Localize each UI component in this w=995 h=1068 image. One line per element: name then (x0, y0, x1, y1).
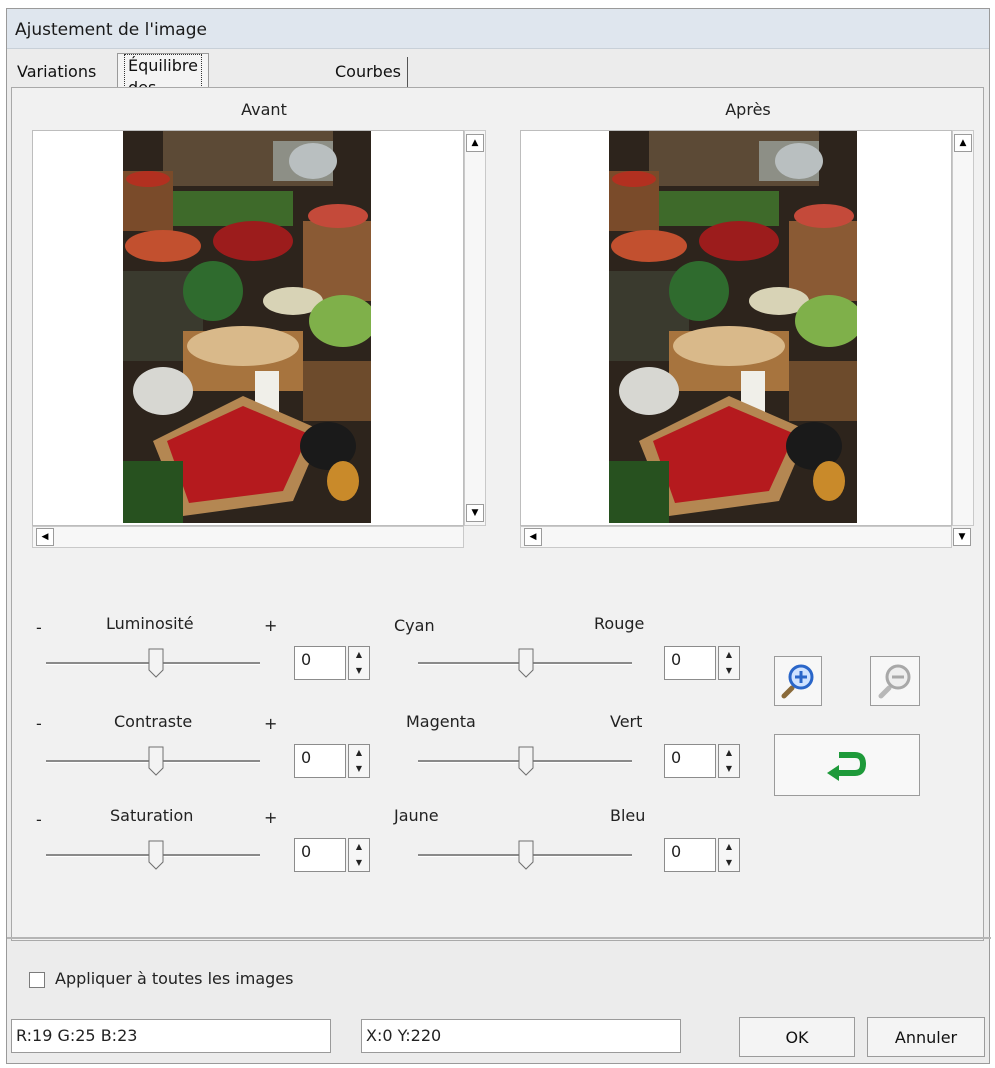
green-label: Vert (610, 712, 643, 731)
spin-up-icon[interactable]: ▲ (349, 647, 369, 663)
after-label: Après (725, 100, 771, 119)
minus-sign: - (36, 618, 42, 637)
scroll-down-icon[interactable]: ▼ (953, 528, 971, 546)
contrast-spinbox[interactable]: 0 ▲ ▼ (294, 744, 372, 778)
yellow-blue-value[interactable]: 0 (664, 838, 716, 872)
scroll-up-icon[interactable]: ▲ (954, 134, 972, 152)
scroll-down-icon[interactable]: ▼ (466, 504, 484, 522)
saturation-spinbox[interactable]: 0 ▲ ▼ (294, 838, 372, 872)
after-image (609, 131, 857, 523)
after-horizontal-scrollbar[interactable]: ◀ (520, 526, 952, 548)
saturation-spin-arrows[interactable]: ▲ ▼ (348, 838, 370, 872)
zoom-out-icon (878, 664, 911, 699)
minus-sign: - (36, 810, 42, 829)
image-adjustment-dialog: Ajustement de l'image Variations Équilib… (6, 8, 991, 1064)
market-produce-image (123, 131, 371, 523)
cyan-red-spinbox[interactable]: 0 ▲ ▼ (664, 646, 742, 680)
saturation-value[interactable]: 0 (294, 838, 346, 872)
cancel-button-label: Annuler (894, 1027, 958, 1047)
color-balance-panel: Avant Après ▲ ▼ ◀ ▲ ◀ ▼ - Luminosité + 0… (11, 87, 984, 941)
brightness-label: Luminosité (106, 614, 194, 633)
spin-down-icon[interactable]: ▼ (349, 663, 369, 679)
yellow-label: Jaune (394, 806, 439, 825)
tab-variations[interactable]: Variations (11, 57, 102, 87)
spin-down-icon[interactable]: ▼ (719, 855, 739, 871)
title-bar: Ajustement de l'image (7, 9, 989, 49)
magenta-green-spinbox[interactable]: 0 ▲ ▼ (664, 744, 742, 778)
cyan-label: Cyan (394, 616, 435, 635)
apply-all-checkbox[interactable] (29, 972, 45, 988)
footer-separator (7, 937, 991, 939)
blue-label: Bleu (610, 806, 646, 825)
cyan-red-slider-thumb[interactable] (518, 648, 534, 678)
spin-down-icon[interactable]: ▼ (349, 761, 369, 777)
after-preview[interactable] (520, 130, 952, 526)
coordinate-readout: X:0 Y:220 (361, 1019, 681, 1053)
red-label: Rouge (594, 614, 645, 633)
magenta-green-value[interactable]: 0 (664, 744, 716, 778)
contrast-slider-thumb[interactable] (148, 746, 164, 776)
window-title: Ajustement de l'image (15, 20, 207, 40)
tab-color-balance[interactable]: Équilibre des couleurs (117, 53, 209, 122)
spin-up-icon[interactable]: ▲ (719, 647, 739, 663)
magenta-green-slider-thumb[interactable] (518, 746, 534, 776)
undo-arrow-icon (827, 752, 866, 781)
yellow-blue-slider-thumb[interactable] (518, 840, 534, 870)
before-horizontal-scrollbar[interactable]: ◀ (32, 526, 464, 548)
cyan-red-value[interactable]: 0 (664, 646, 716, 680)
zoom-in-icon (781, 664, 814, 699)
contrast-spin-arrows[interactable]: ▲ ▼ (348, 744, 370, 778)
brightness-slider-thumb[interactable] (148, 648, 164, 678)
plus-sign: + (264, 808, 278, 827)
spin-up-icon[interactable]: ▲ (349, 745, 369, 761)
yellow-blue-spinbox[interactable]: 0 ▲ ▼ (664, 838, 742, 872)
minus-sign: - (36, 714, 42, 733)
before-vertical-scrollbar[interactable]: ▲ ▼ (464, 130, 486, 526)
brightness-value[interactable]: 0 (294, 646, 346, 680)
spin-down-icon[interactable]: ▼ (349, 855, 369, 871)
saturation-slider-thumb[interactable] (148, 840, 164, 870)
before-label: Avant (241, 100, 287, 119)
after-vertical-scrollbar[interactable]: ▲ (952, 130, 974, 526)
tab-curves-levels[interactable]: Courbes et niveaux (329, 57, 409, 141)
spin-up-icon[interactable]: ▲ (719, 745, 739, 761)
brightness-spinbox[interactable]: 0 ▲ ▼ (294, 646, 372, 680)
before-image (123, 131, 371, 523)
before-preview[interactable] (32, 130, 464, 526)
plus-sign: + (264, 616, 278, 635)
scroll-up-icon[interactable]: ▲ (466, 134, 484, 152)
zoom-out-button[interactable] (870, 656, 920, 706)
magenta-green-spin-arrows[interactable]: ▲ ▼ (718, 744, 740, 778)
reset-button[interactable] (774, 734, 920, 796)
spin-up-icon[interactable]: ▲ (349, 839, 369, 855)
contrast-value[interactable]: 0 (294, 744, 346, 778)
yellow-blue-spin-arrows[interactable]: ▲ ▼ (718, 838, 740, 872)
spin-down-icon[interactable]: ▼ (719, 663, 739, 679)
ok-button-label: OK (785, 1027, 809, 1047)
scroll-left-icon[interactable]: ◀ (36, 528, 54, 546)
ok-button[interactable]: OK (739, 1017, 855, 1057)
magenta-label: Magenta (406, 712, 476, 731)
cyan-red-spin-arrows[interactable]: ▲ ▼ (718, 646, 740, 680)
spin-up-icon[interactable]: ▲ (719, 839, 739, 855)
scroll-left-icon[interactable]: ◀ (524, 528, 542, 546)
apply-all-label: Appliquer à toutes les images (55, 969, 294, 988)
brightness-spin-arrows[interactable]: ▲ ▼ (348, 646, 370, 680)
saturation-label: Saturation (110, 806, 194, 825)
spin-down-icon[interactable]: ▼ (719, 761, 739, 777)
contrast-label: Contraste (114, 712, 193, 731)
market-produce-image (609, 131, 857, 523)
rgb-readout: R:19 G:25 B:23 (11, 1019, 331, 1053)
cancel-button[interactable]: Annuler (867, 1017, 985, 1057)
plus-sign: + (264, 714, 278, 733)
tab-label: Variations (17, 62, 97, 81)
zoom-in-button[interactable] (774, 656, 822, 706)
